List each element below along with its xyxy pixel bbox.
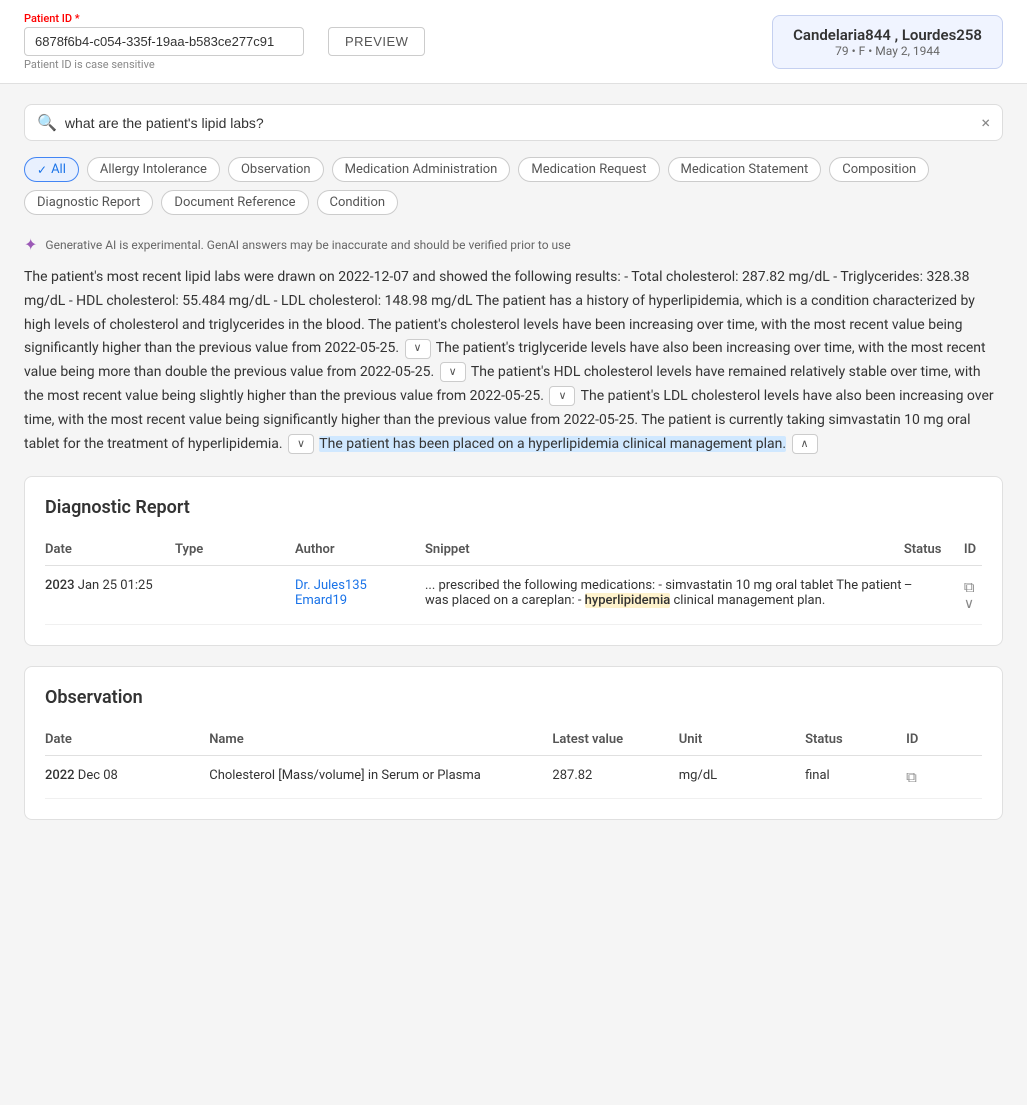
expand-btn-1[interactable]: ∨ (405, 339, 431, 359)
filter-chip-med-statement[interactable]: Medication Statement (668, 157, 822, 182)
obs-name-cell: Cholesterol [Mass/volume] in Serum or Pl… (209, 756, 552, 799)
snippet-highlight: hyperlipidemia (585, 593, 671, 608)
obs-value-cell: 287.82 (552, 756, 678, 799)
filter-chip-observation[interactable]: Observation (228, 157, 324, 182)
preview-button[interactable]: PREVIEW (328, 27, 425, 56)
expand-row-icon[interactable]: ∨ (964, 596, 974, 612)
author-cell: Dr. Jules135 Emard19 (295, 566, 425, 625)
expand-btn-5[interactable]: ∧ (792, 434, 818, 454)
search-icon: 🔍 (37, 113, 57, 132)
obs-col-value: Latest value (552, 724, 678, 756)
obs-col-id: ID (906, 724, 982, 756)
obs-col-date: Date (45, 724, 209, 756)
status-cell: – (904, 566, 964, 625)
obs-copy-icon[interactable]: ⧉ (906, 768, 917, 786)
filter-chip-med-admin[interactable]: Medication Administration (332, 157, 511, 182)
patient-id-input[interactable] (24, 27, 304, 56)
date-cell: 2023 Jan 25 01:25 (45, 566, 175, 625)
table-row: 2022 Dec 08 Cholesterol [Mass/volume] in… (45, 756, 982, 799)
diagnostic-report-table: Date Type Author Snippet Status ID 2023 … (45, 534, 982, 625)
search-container: 🔍 × (24, 104, 1003, 141)
snippet-cell: ... prescribed the following medications… (425, 566, 904, 625)
observation-table: Date Name Latest value Unit Status ID 20… (45, 724, 982, 799)
filter-chip-allergy[interactable]: Allergy Intolerance (87, 157, 220, 182)
col-id: ID (964, 534, 982, 566)
obs-date-cell: 2022 Dec 08 (45, 756, 209, 799)
snippet-end: clinical management plan. (670, 593, 825, 608)
date-year: 2023 (45, 578, 75, 593)
filter-chip-composition[interactable]: Composition (829, 157, 929, 182)
diagnostic-report-section: Diagnostic Report Date Type Author Snipp… (24, 476, 1003, 646)
filter-chip-med-request[interactable]: Medication Request (518, 157, 659, 182)
ai-answer-part5-highlight: The patient has been placed on a hyperli… (319, 436, 786, 452)
filter-chip-all[interactable]: ✓ All (24, 157, 79, 182)
patient-info-box: Candelaria844 , Lourdes258 79 • F • May … (772, 15, 1003, 69)
ai-notice-text: Generative AI is experimental. GenAI ans… (45, 238, 570, 252)
copy-icon[interactable]: ⧉ (964, 578, 975, 596)
main-content: 🔍 × ✓ All Allergy Intolerance Observatio… (0, 84, 1027, 860)
patient-id-label: Patient ID * (24, 12, 304, 25)
obs-col-name: Name (209, 724, 552, 756)
ai-notice: ✦ Generative AI is experimental. GenAI a… (24, 235, 1003, 254)
observation-title: Observation (45, 687, 982, 708)
observation-section: Observation Date Name Latest value Unit … (24, 666, 1003, 820)
type-cell (175, 566, 295, 625)
diagnostic-report-title: Diagnostic Report (45, 497, 982, 518)
patient-id-group: Patient ID * Patient ID is case sensitiv… (24, 12, 304, 71)
col-snippet: Snippet (425, 534, 904, 566)
filter-row: ✓ All Allergy Intolerance Observation Me… (24, 157, 1003, 215)
patient-details: 79 • F • May 2, 1944 (793, 44, 982, 58)
id-cell: ⧉ ∨ (964, 566, 982, 625)
col-date: Date (45, 534, 175, 566)
col-status: Status (904, 534, 964, 566)
author-name-line1: Dr. Jules135 (295, 578, 425, 593)
obs-status-cell: final (805, 756, 906, 799)
obs-col-status: Status (805, 724, 906, 756)
obs-date-year: 2022 (45, 768, 75, 783)
obs-date-rest: Dec 08 (78, 768, 118, 783)
author-name-line2: Emard19 (295, 593, 425, 608)
filter-chip-diagnostic-report[interactable]: Diagnostic Report (24, 190, 153, 215)
obs-id-cell: ⧉ (906, 756, 982, 799)
expand-btn-2[interactable]: ∨ (440, 362, 466, 382)
ai-answer: The patient's most recent lipid labs wer… (24, 266, 1003, 456)
obs-col-unit: Unit (679, 724, 805, 756)
obs-unit-cell: mg/dL (679, 756, 805, 799)
search-bar: 🔍 × (24, 104, 1003, 141)
filter-chip-doc-reference[interactable]: Document Reference (161, 190, 308, 215)
table-row: 2023 Jan 25 01:25 Dr. Jules135 Emard19 .… (45, 566, 982, 625)
top-bar: Patient ID * Patient ID is case sensitiv… (0, 0, 1027, 84)
filter-chip-condition[interactable]: Condition (317, 190, 399, 215)
expand-btn-4[interactable]: ∨ (288, 434, 314, 454)
search-clear-icon[interactable]: × (981, 115, 990, 131)
ai-sparkle-icon: ✦ (24, 235, 37, 254)
expand-btn-3[interactable]: ∨ (549, 386, 575, 406)
col-type: Type (175, 534, 295, 566)
patient-name: Candelaria844 , Lourdes258 (793, 26, 982, 44)
col-author: Author (295, 534, 425, 566)
date-rest: Jan 25 01:25 (78, 578, 153, 593)
patient-id-hint: Patient ID is case sensitive (24, 58, 304, 71)
search-input[interactable] (65, 115, 974, 131)
